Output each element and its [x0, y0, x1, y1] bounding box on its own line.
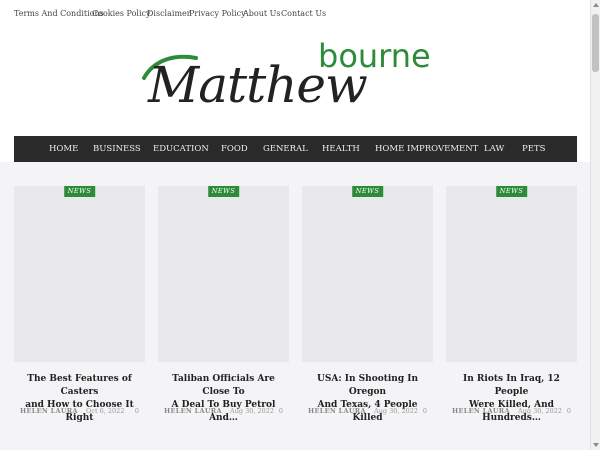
post-title[interactable]: The Best Features of Casters and How to … [14, 373, 145, 425]
post-comment-count[interactable]: 0 [135, 407, 139, 415]
nav-item-food[interactable]: FOOD [221, 144, 248, 154]
logo-text-accent: bourne [318, 37, 431, 75]
post-card[interactable]: NEWS Taliban Officials Are Close To A De… [158, 186, 289, 426]
post-title-line[interactable]: USA: In Shooting In Oregon [302, 373, 433, 399]
post-thumbnail[interactable] [158, 186, 289, 362]
category-badge[interactable]: NEWS [63, 186, 96, 197]
post-date: Oct 6, 2022 [86, 407, 125, 415]
link-cookies-policy[interactable]: Cookies Policy [92, 9, 151, 18]
scroll-up-arrow-icon[interactable] [593, 3, 599, 7]
nav-item-home[interactable]: HOME [49, 144, 78, 154]
post-card[interactable]: NEWS The Best Features of Casters and Ho… [14, 186, 145, 426]
scrollbar-thumb[interactable] [592, 14, 599, 72]
post-date: Aug 30, 2022 [374, 407, 419, 415]
post-comment-count[interactable]: 0 [279, 407, 283, 415]
post-author[interactable]: HELEN LAURA [164, 407, 222, 415]
post-meta: HELEN LAURA Aug 30, 2022 0 [306, 407, 431, 417]
post-meta: HELEN LAURA Aug 30, 2022 0 [162, 407, 287, 417]
post-thumbnail[interactable] [446, 186, 577, 362]
category-badge[interactable]: NEWS [495, 186, 528, 197]
link-privacy-policy[interactable]: Privacy Policy [189, 9, 246, 18]
nav-item-education[interactable]: EDUCATION [153, 144, 209, 154]
post-comment-count[interactable]: 0 [423, 407, 427, 415]
nav-item-home-improvement[interactable]: HOME IMPROVEMENT [375, 144, 478, 154]
post-comment-count[interactable]: 0 [567, 407, 571, 415]
nav-item-law[interactable]: LAW [484, 144, 504, 154]
link-about-us[interactable]: About Us [243, 9, 280, 18]
post-meta: HELEN LAURA Oct 6, 2022 0 [18, 407, 143, 417]
nav-item-general[interactable]: GENERAL [263, 144, 308, 154]
post-title[interactable]: USA: In Shooting In Oregon And Texas, 4 … [302, 373, 433, 425]
site-logo[interactable]: Matthew bourne [140, 38, 450, 118]
post-date: Aug 30, 2022 [518, 407, 563, 415]
post-title[interactable]: Taliban Officials Are Close To A Deal To… [158, 373, 289, 425]
post-date: Aug 30, 2022 [230, 407, 275, 415]
post-title-line[interactable]: In Riots In Iraq, 12 People [446, 373, 577, 399]
nav-item-business[interactable]: BUSINESS [93, 144, 141, 154]
post-title-line[interactable]: The Best Features of Casters [14, 373, 145, 399]
post-card[interactable]: NEWS In Riots In Iraq, 12 People Were Ki… [446, 186, 577, 426]
link-terms[interactable]: Terms And Conditions [14, 9, 104, 18]
page-scrollbar[interactable] [590, 0, 600, 450]
category-badge[interactable]: NEWS [351, 186, 384, 197]
post-author[interactable]: HELEN LAURA [452, 407, 510, 415]
nav-item-pets[interactable]: PETS [522, 144, 545, 154]
main-navigation: HOME BUSINESS EDUCATION FOOD GENERAL HEA… [14, 136, 577, 162]
post-title[interactable]: In Riots In Iraq, 12 People Were Killed,… [446, 373, 577, 425]
post-meta: HELEN LAURA Aug 30, 2022 0 [450, 407, 575, 417]
post-title-line[interactable]: Taliban Officials Are Close To [158, 373, 289, 399]
nav-item-health[interactable]: HEALTH [322, 144, 360, 154]
post-thumbnail[interactable] [14, 186, 145, 362]
category-badge[interactable]: NEWS [207, 186, 240, 197]
link-disclaimer[interactable]: Disclaimer [147, 9, 191, 18]
post-author[interactable]: HELEN LAURA [20, 407, 78, 415]
scroll-down-arrow-icon[interactable] [593, 443, 599, 447]
top-links-bar: Terms And Conditions Cookies Policy Disc… [0, 0, 590, 28]
post-author[interactable]: HELEN LAURA [308, 407, 366, 415]
link-contact-us[interactable]: Contact Us [281, 9, 326, 18]
post-card[interactable]: NEWS USA: In Shooting In Oregon And Texa… [302, 186, 433, 426]
post-thumbnail[interactable] [302, 186, 433, 362]
